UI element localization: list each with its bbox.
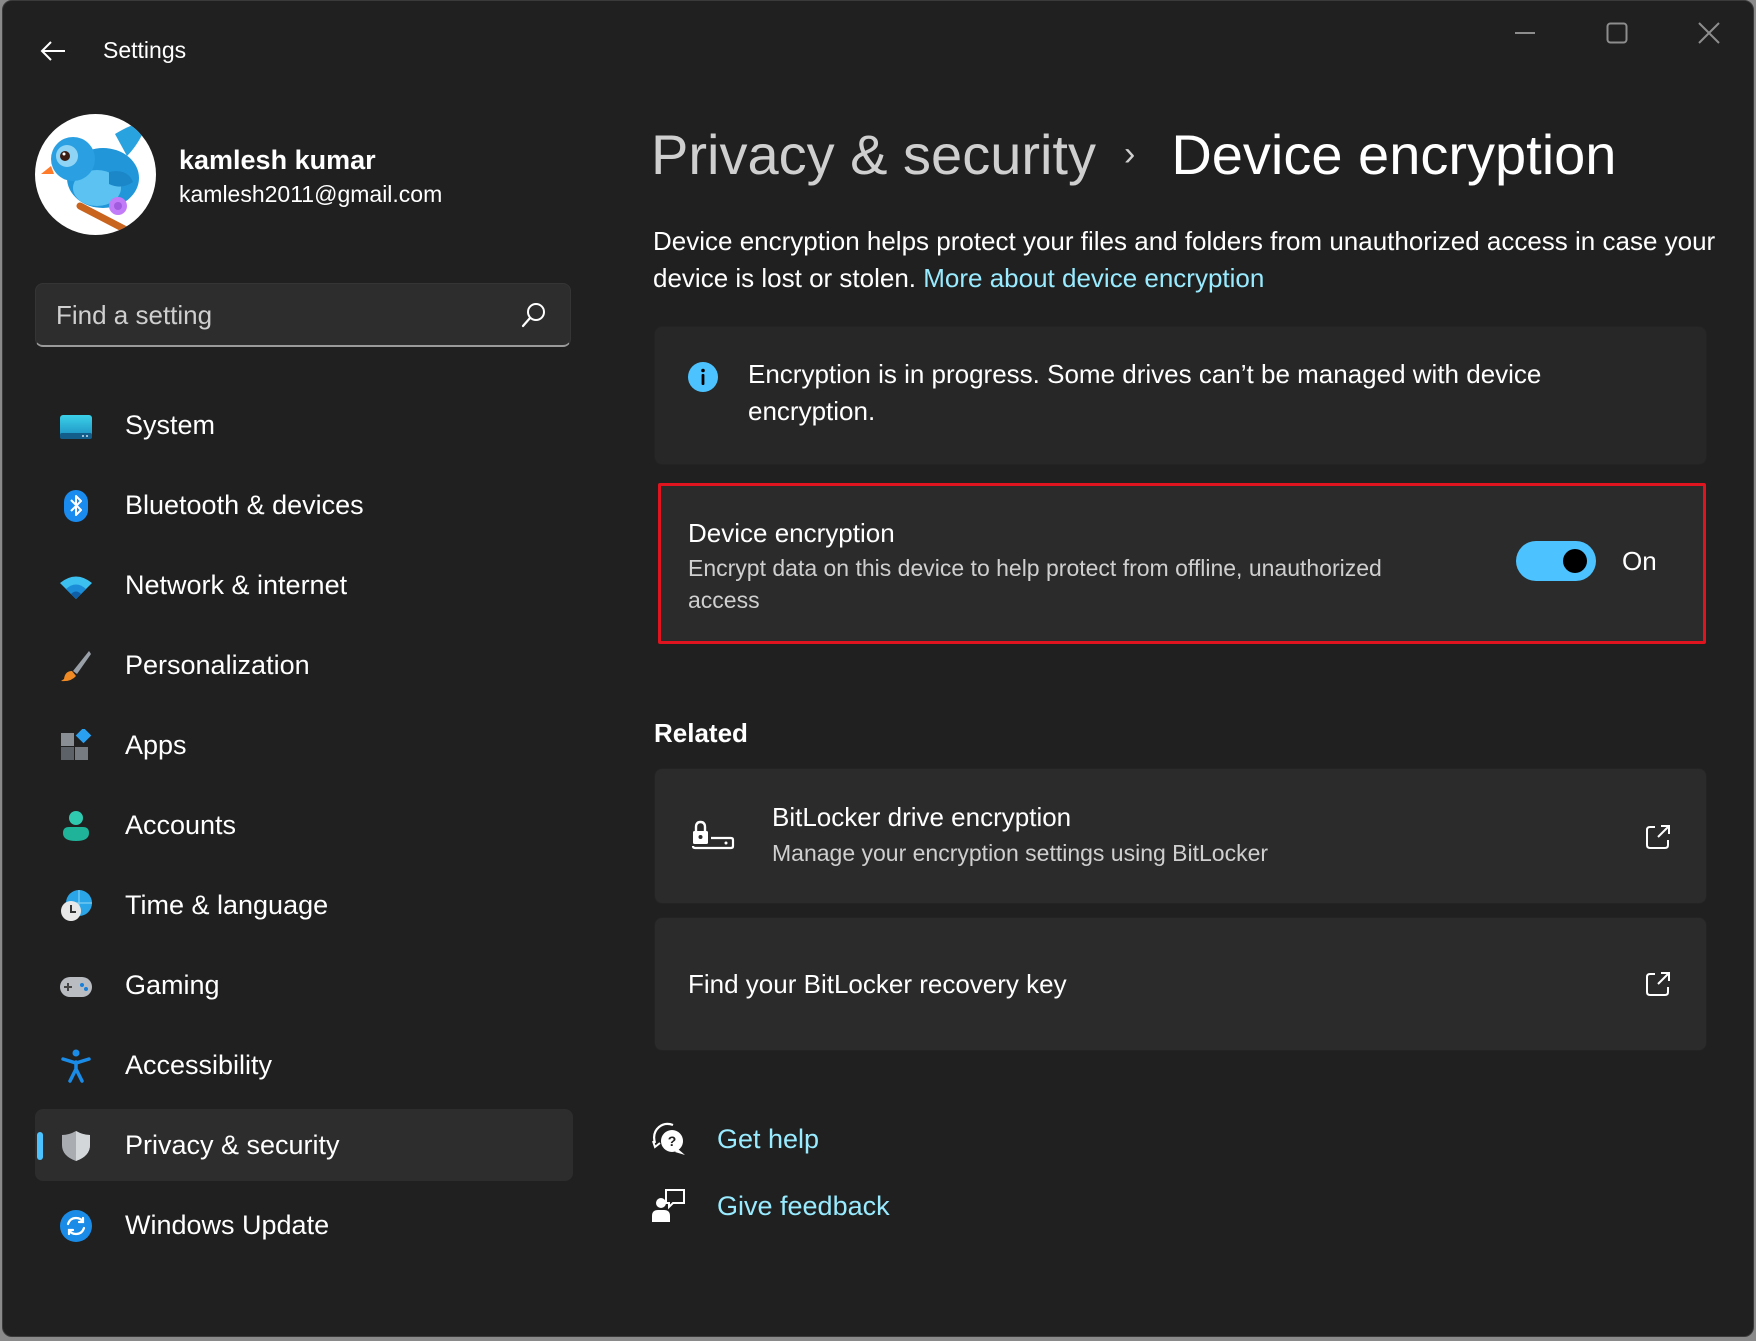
sidebar-item-windows-update[interactable]: Windows Update <box>35 1189 573 1261</box>
sidebar-item-label: Privacy & security <box>125 1129 340 1160</box>
search-icon[interactable] <box>520 301 548 329</box>
sidebar-item-time-language[interactable]: Time & language <box>35 869 573 941</box>
info-icon <box>688 362 718 392</box>
sidebar-item-label: Gaming <box>125 969 220 1000</box>
sidebar-item-label: Windows Update <box>125 1209 330 1240</box>
toggle-state-label: On <box>1622 546 1657 576</box>
bitlocker-subtitle: Manage your encryption settings using Bi… <box>772 840 1269 866</box>
apps-icon <box>61 729 92 760</box>
give-feedback-label: Give feedback <box>717 1190 890 1221</box>
settings-window: Settings kamlesh kumar kamlesh2011@gmail… <box>2 0 1754 1337</box>
shield-icon <box>62 1131 90 1161</box>
time-language-icon <box>61 890 92 921</box>
get-help-label: Get help <box>717 1123 820 1154</box>
sidebar-item-accessibility[interactable]: Accessibility <box>35 1029 573 1101</box>
sidebar-nav: System Bluetooth & devices Network & int… <box>35 389 573 1269</box>
bitlocker-title: BitLocker drive encryption <box>772 802 1072 832</box>
bluetooth-icon <box>64 490 88 522</box>
user-name: kamlesh kumar <box>179 145 376 175</box>
sidebar-item-label: Time & language <box>125 889 329 920</box>
sidebar-item-gaming[interactable]: Gaming <box>35 949 573 1021</box>
back-arrow-icon <box>40 41 65 61</box>
sidebar-item-bluetooth-devices[interactable]: Bluetooth & devices <box>35 469 573 541</box>
sidebar-item-label: Apps <box>125 729 187 760</box>
search-box <box>35 283 571 347</box>
page-description: Device encryption helps protect your fil… <box>653 223 1723 297</box>
device-encryption-toggle[interactable] <box>1516 541 1596 581</box>
sidebar-item-label: Accounts <box>125 809 237 840</box>
external-link-icon <box>1646 972 1670 996</box>
sidebar-item-system[interactable]: System <box>35 389 573 461</box>
bitlocker-icon <box>691 820 735 850</box>
sidebar-item-label: Network & internet <box>125 569 348 600</box>
windows-update-icon <box>60 1210 92 1242</box>
sidebar-item-label: System <box>125 409 216 440</box>
device-encryption-title: Device encryption <box>688 518 895 548</box>
give-feedback-icon <box>652 1189 685 1222</box>
get-help-link[interactable]: ? Get help <box>651 1121 819 1157</box>
wifi-icon <box>60 576 92 599</box>
svg-text:?: ? <box>668 1133 677 1149</box>
selected-indicator <box>37 1132 43 1160</box>
info-banner-text: Encryption is in progress. Some drives c… <box>748 359 1542 426</box>
recovery-key-title: Find your BitLocker recovery key <box>688 969 1067 999</box>
more-about-device-encryption-link[interactable]: More about device encryption <box>923 263 1264 293</box>
get-help-icon: ? <box>652 1122 685 1155</box>
info-banner: Encryption is in progress. Some drives c… <box>654 326 1707 465</box>
toggle-knob <box>1563 549 1587 573</box>
minimize-icon <box>1515 32 1535 34</box>
sidebar-item-apps[interactable]: Apps <box>35 709 573 781</box>
paintbrush-icon <box>61 651 91 682</box>
system-icon <box>60 415 92 439</box>
sidebar-item-network-internet[interactable]: Network & internet <box>35 549 573 621</box>
sidebar-item-privacy-security[interactable]: Privacy & security <box>35 1109 573 1181</box>
device-encryption-card: Device encryption Encrypt data on this d… <box>658 483 1706 644</box>
give-feedback-link[interactable]: Give feedback <box>651 1188 890 1224</box>
related-heading: Related <box>654 718 748 748</box>
maximize-button[interactable] <box>1571 1 1663 65</box>
close-icon <box>1698 22 1720 44</box>
external-link-icon <box>1646 825 1670 849</box>
device-encryption-subtitle: Encrypt data on this device to help prot… <box>688 555 1382 613</box>
avatar[interactable] <box>35 114 156 235</box>
page-title: Device encryption <box>1171 122 1617 186</box>
sidebar-item-label: Accessibility <box>125 1049 273 1080</box>
account-icon <box>63 811 89 841</box>
gamepad-icon <box>60 977 92 997</box>
maximize-icon <box>1606 22 1628 44</box>
back-button[interactable] <box>35 33 71 69</box>
sidebar-item-label: Personalization <box>125 649 310 680</box>
app-title: Settings <box>103 37 187 63</box>
sidebar-item-label: Bluetooth & devices <box>125 489 364 520</box>
bird-avatar-icon <box>41 122 147 235</box>
close-button[interactable] <box>1663 1 1753 65</box>
find-bitlocker-recovery-key-link[interactable]: Find your BitLocker recovery key <box>654 917 1707 1051</box>
user-email: kamlesh2011@gmail.com <box>179 181 443 207</box>
sidebar-item-personalization[interactable]: Personalization <box>35 629 573 701</box>
sidebar-item-accounts[interactable]: Accounts <box>35 789 573 861</box>
minimize-button[interactable] <box>1479 1 1571 65</box>
accessibility-icon <box>61 1049 91 1083</box>
bitlocker-drive-encryption-link[interactable]: BitLocker drive encryption Manage your e… <box>654 768 1707 904</box>
chevron-right-icon: › <box>1124 134 1136 173</box>
breadcrumb: Privacy & security › Device encryption <box>651 119 1616 189</box>
search-input[interactable] <box>56 284 496 346</box>
breadcrumb-parent[interactable]: Privacy & security <box>651 122 1096 187</box>
